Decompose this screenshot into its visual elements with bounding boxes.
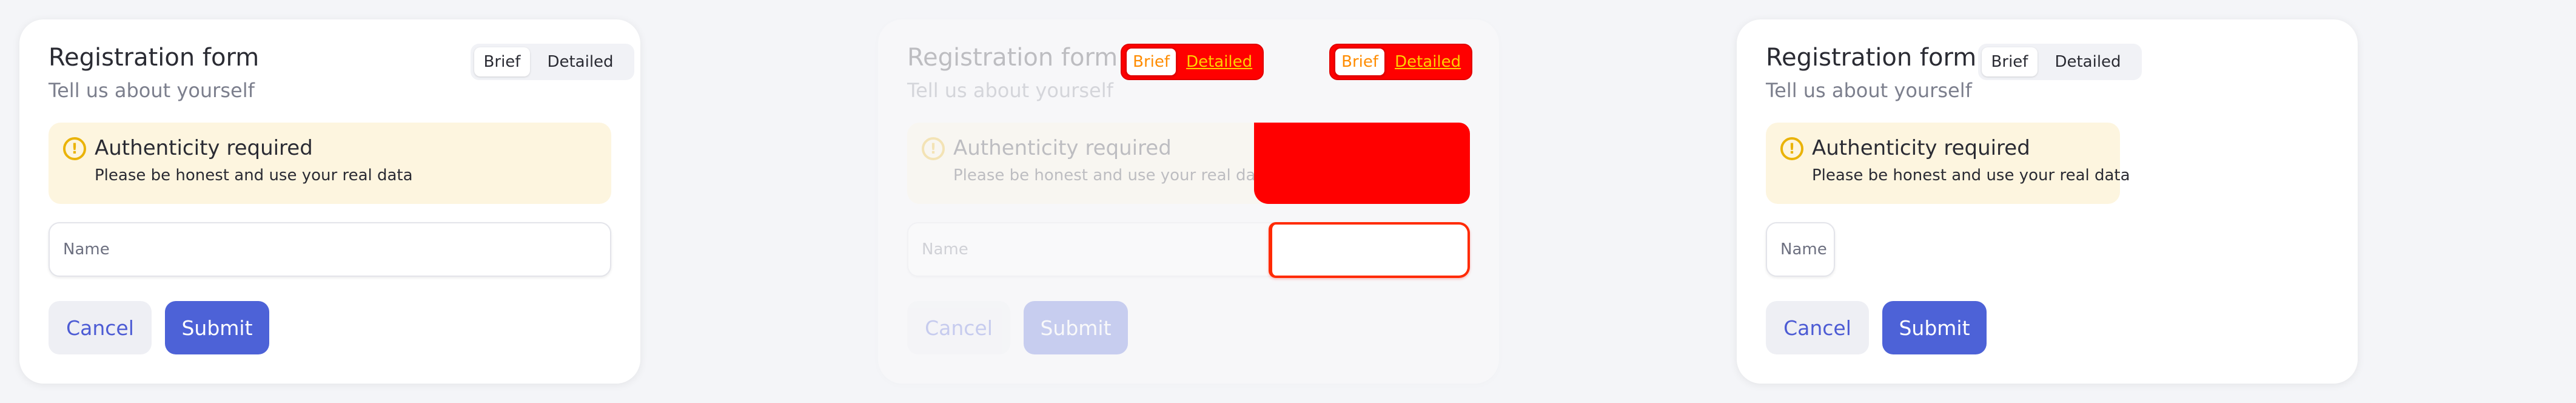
form-subtitle: Tell us about yourself xyxy=(1766,79,1972,102)
view-toggle-duplicate: Brief Detailed xyxy=(1329,44,1472,80)
toggle-detailed-button[interactable]: Detailed xyxy=(1388,47,1467,76)
alert-highlight-overlay xyxy=(1254,123,1470,204)
view-toggle: Brief Detailed xyxy=(1978,44,2142,80)
toggle-brief-button[interactable]: Brief xyxy=(1125,47,1178,76)
name-placeholder: Name xyxy=(1780,240,1827,259)
name-placeholder: Name xyxy=(922,240,968,259)
alert-description: Please be honest and use your real data xyxy=(953,166,1272,185)
toggle-detailed-button[interactable]: Detailed xyxy=(2040,47,2136,76)
toggle-detailed-button[interactable]: Detailed xyxy=(1179,47,1259,76)
view-toggle: Brief Detailed xyxy=(471,44,634,80)
alert-title: Authenticity required xyxy=(1812,136,2030,160)
alert-title: Authenticity required xyxy=(95,136,313,160)
input-highlight-overlay xyxy=(1269,222,1470,278)
submit-button[interactable]: Submit xyxy=(165,301,269,354)
view-toggle: Brief Detailed xyxy=(1121,44,1264,80)
panel-left: Registration form Tell us about yourself… xyxy=(0,0,859,403)
form-title: Registration form xyxy=(49,44,260,72)
toggle-brief-button[interactable]: Brief xyxy=(474,47,530,76)
alert-description: Please be honest and use your real data xyxy=(1812,166,2130,185)
exclamation-circle-icon: ! xyxy=(63,137,86,160)
form-subtitle: Tell us about yourself xyxy=(907,79,1113,102)
exclamation-circle-icon: ! xyxy=(1780,137,1803,160)
form-subtitle: Tell us about yourself xyxy=(49,79,255,102)
alert-description: Please be honest and use your real data xyxy=(95,166,413,185)
cancel-button[interactable]: Cancel xyxy=(1766,301,1869,354)
cancel-button[interactable]: Cancel xyxy=(49,301,152,354)
exclamation-circle-icon: ! xyxy=(922,137,945,160)
submit-button[interactable]: Submit xyxy=(1882,301,1987,354)
name-placeholder: Name xyxy=(63,240,110,259)
alert-title: Authenticity required xyxy=(953,136,1172,160)
submit-button[interactable]: Submit xyxy=(1024,301,1128,354)
panel-right: Registration form Tell us about yourself… xyxy=(1717,0,2576,403)
authenticity-alert: ! Authenticity required Please be honest… xyxy=(49,123,611,204)
cancel-button[interactable]: Cancel xyxy=(907,301,1010,354)
toggle-brief-button[interactable]: Brief xyxy=(1334,47,1386,76)
form-title: Registration form xyxy=(1766,44,1977,72)
toggle-detailed-button[interactable]: Detailed xyxy=(532,47,628,76)
toggle-brief-button[interactable]: Brief xyxy=(1982,47,2038,76)
panel-middle: Registration form Tell us about yourself… xyxy=(859,0,1717,403)
form-title: Registration form xyxy=(907,44,1118,72)
authenticity-alert: ! Authenticity required Please be honest… xyxy=(1766,123,2130,204)
name-input[interactable]: Name xyxy=(49,222,611,277)
name-input[interactable]: Name xyxy=(1766,222,1835,277)
